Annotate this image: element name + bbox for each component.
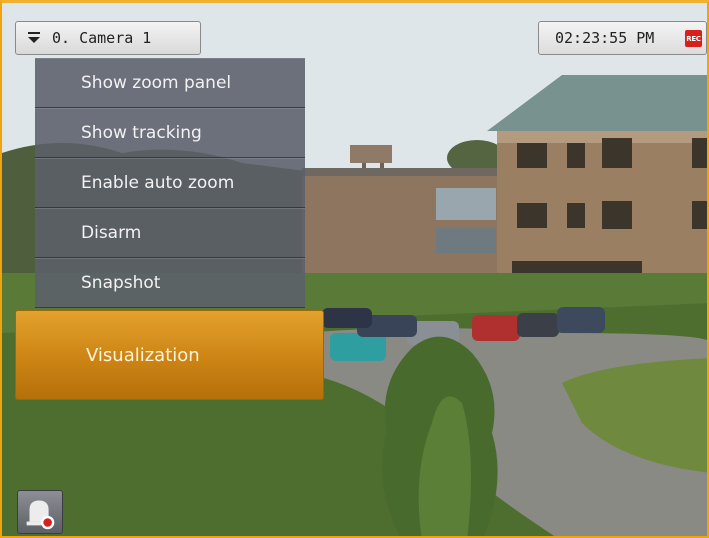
menu-item-disarm[interactable]: Disarm [35,208,305,258]
menu-item-show-tracking[interactable]: Show tracking [35,108,305,158]
rec-badge: REC [685,30,702,47]
camera-selector-label: 0. Camera 1 [52,29,152,47]
camera-viewport: 0. Camera 1 02:23:55 PM REC Show zoom pa… [0,0,709,538]
menu-item-show-zoom-panel[interactable]: Show zoom panel [35,58,305,108]
menu-item-visualization[interactable]: Visualization [15,310,324,400]
menu-item-enable-auto-zoom[interactable]: Enable auto zoom [35,158,305,208]
camera-context-menu: Show zoom panel Show tracking Enable aut… [35,58,305,308]
alarm-bell-icon [26,500,55,530]
menu-item-snapshot[interactable]: Snapshot [35,258,305,308]
timestamp-display: 02:23:55 PM REC [538,21,707,55]
camera-selector-button[interactable]: 0. Camera 1 [15,21,201,55]
alarm-button[interactable] [17,490,63,534]
chevron-down-icon [28,32,40,43]
timestamp-text: 02:23:55 PM [555,29,655,47]
